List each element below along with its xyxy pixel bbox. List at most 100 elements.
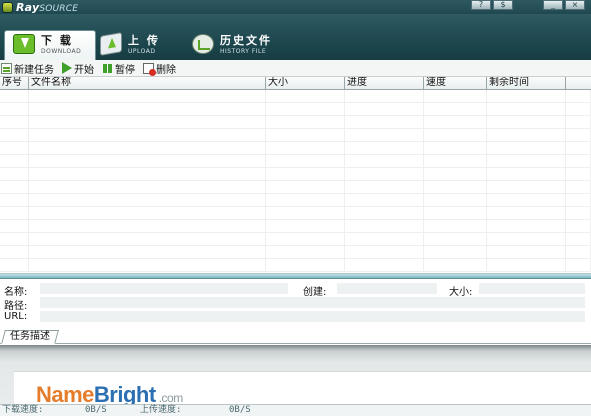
- tab-download[interactable]: 下 载 DOWNLOAD: [4, 30, 96, 60]
- column-header-filename[interactable]: 文件名称: [29, 77, 266, 89]
- skin-button[interactable]: $: [493, 0, 513, 10]
- help-button[interactable]: ?: [471, 0, 491, 10]
- table-cell: [487, 181, 566, 193]
- column-header-index[interactable]: 序号: [0, 77, 29, 89]
- table-row: [0, 129, 591, 142]
- table-cell: [566, 207, 591, 219]
- download-icon: [13, 34, 35, 54]
- table-cell: [29, 194, 266, 206]
- table-cell: [29, 233, 266, 245]
- minimize-button[interactable]: _: [543, 0, 563, 10]
- table-cell: [424, 116, 487, 128]
- table-cell: [29, 142, 266, 154]
- table-cell: [266, 116, 345, 128]
- table-cell: [566, 155, 591, 167]
- tab-upload-label: 上 传: [128, 34, 160, 47]
- table-cell: [266, 220, 345, 232]
- table-cell: [424, 142, 487, 154]
- table-cell: [487, 129, 566, 141]
- size-field: [479, 283, 585, 294]
- table-cell: [345, 116, 424, 128]
- new-task-label: 新建任务: [14, 64, 54, 76]
- start-button[interactable]: 开始: [62, 61, 94, 76]
- table-cell: [29, 259, 266, 271]
- table-cell: [266, 194, 345, 206]
- tab-download-label: 下 载: [41, 34, 73, 47]
- table-cell: [345, 142, 424, 154]
- table-cell: [345, 168, 424, 180]
- table-cell: [424, 155, 487, 167]
- table-cell: [566, 142, 591, 154]
- name-label: 名称:: [4, 287, 28, 298]
- table-cell: [345, 220, 424, 232]
- description-pane: NameBright .com: [0, 345, 591, 404]
- created-label: 创建:: [303, 287, 327, 298]
- column-header-progress[interactable]: 进度: [345, 77, 424, 89]
- table-cell: [345, 90, 424, 102]
- table-cell: [266, 168, 345, 180]
- status-bar: 下载速度: 0B/S 上传速度: 0B/S: [0, 404, 591, 416]
- table-cell: [345, 181, 424, 193]
- table-cell: [29, 103, 266, 115]
- table-cell: [487, 103, 566, 115]
- delete-label: 删除: [156, 64, 176, 76]
- table-row: [0, 259, 591, 272]
- column-header-remaining[interactable]: 剩余时间: [487, 77, 566, 89]
- tab-history-label: 历史文件: [220, 34, 272, 47]
- table-cell: [266, 155, 345, 167]
- table-cell: [0, 181, 29, 193]
- download-speed-label: 下载速度:: [2, 405, 44, 415]
- table-cell: [266, 246, 345, 258]
- table-cell: [0, 90, 29, 102]
- tab-history[interactable]: 历史文件 HISTORY FILE: [192, 31, 272, 60]
- path-label: 路径:: [4, 301, 28, 312]
- column-header-size[interactable]: 大小: [266, 77, 345, 89]
- history-icon: [192, 34, 214, 54]
- table-cell: [424, 207, 487, 219]
- table-cell: [266, 142, 345, 154]
- table-body: [0, 90, 591, 272]
- table-cell: [566, 129, 591, 141]
- created-field: [337, 283, 437, 294]
- table-cell: [424, 103, 487, 115]
- table-cell: [0, 155, 29, 167]
- pane-splitter[interactable]: [0, 274, 591, 279]
- table-row: [0, 207, 591, 220]
- upload-speed-label: 上传速度:: [140, 405, 182, 415]
- ad-logo: NameBright .com: [36, 382, 183, 404]
- tab-task-description[interactable]: 任务描述: [1, 330, 59, 344]
- delete-icon: [143, 62, 156, 76]
- new-task-button[interactable]: 新建任务: [1, 61, 54, 76]
- column-header-filler: [566, 77, 591, 89]
- table-cell: [0, 220, 29, 232]
- table-cell: [566, 233, 591, 245]
- table-row: [0, 220, 591, 233]
- delete-button[interactable]: 删除: [143, 61, 176, 76]
- table-cell: [29, 116, 266, 128]
- table-cell: [345, 103, 424, 115]
- url-field: [40, 311, 585, 322]
- pause-button[interactable]: 暂停: [102, 61, 135, 76]
- close-button[interactable]: ×: [565, 0, 585, 10]
- table-cell: [29, 246, 266, 258]
- table-cell: [566, 90, 591, 102]
- window-controls: ? $ _ ×: [471, 0, 585, 10]
- table-cell: [29, 129, 266, 141]
- tab-upload[interactable]: 上 传 UPLOAD: [100, 31, 160, 60]
- table-cell: [29, 181, 266, 193]
- tab-history-sublabel: HISTORY FILE: [220, 48, 267, 55]
- table-row: [0, 155, 591, 168]
- table-cell: [0, 246, 29, 258]
- task-table[interactable]: 序号 文件名称 大小 进度 速度 剩余时间: [0, 77, 591, 274]
- table-cell: [424, 181, 487, 193]
- table-cell: [345, 259, 424, 271]
- table-cell: [0, 116, 29, 128]
- table-row: [0, 142, 591, 155]
- table-cell: [487, 207, 566, 219]
- table-cell: [0, 129, 29, 141]
- ad-banner[interactable]: NameBright .com: [14, 371, 591, 404]
- start-label: 开始: [74, 64, 94, 76]
- column-header-speed[interactable]: 速度: [424, 77, 487, 89]
- table-cell: [266, 103, 345, 115]
- table-cell: [0, 207, 29, 219]
